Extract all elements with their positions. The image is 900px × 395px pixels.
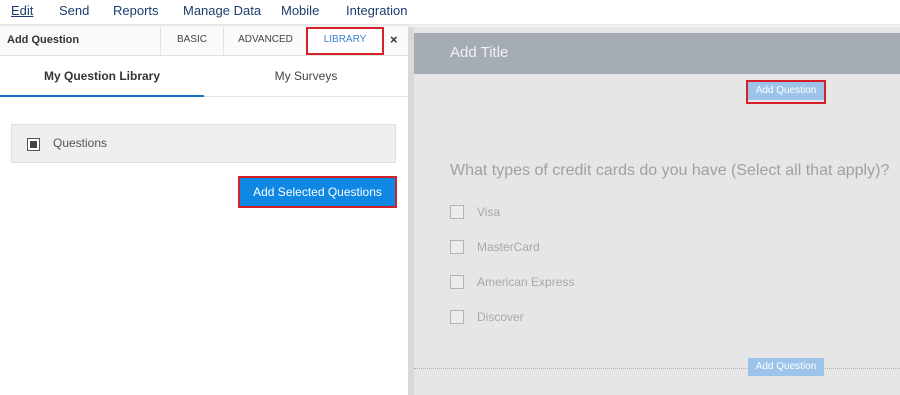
option-label: American Express [477,275,575,289]
menu-integration[interactable]: Integration [346,3,407,18]
library-item-label: Questions [53,136,108,150]
add-question-button-bottom[interactable]: Add Question [748,358,824,376]
option-checkbox[interactable] [450,310,464,324]
menu-reports[interactable]: Reports [113,3,159,18]
option-checkbox[interactable] [450,205,464,219]
option-label: Discover [477,310,524,324]
question-text: What types of credit cards do you have (… [450,162,890,179]
library-subtabs: My Question Library My Surveys [0,56,408,97]
menu-send[interactable]: Send [59,3,89,18]
tab-basic[interactable]: BASIC [160,27,223,55]
option-label: Visa [477,205,501,219]
library-tab-highlight [306,27,384,55]
subtab-my-question-library[interactable]: My Question Library [0,69,204,83]
panel-title: Add Question [7,34,80,46]
page-break-line [414,368,900,369]
survey-title-placeholder[interactable]: Add Title [450,44,508,61]
survey-title-bar[interactable]: Add Title [414,33,900,74]
add-question-panel: Add Question BASIC ADVANCED LIBRARY × My… [0,27,408,395]
survey-canvas: Add Title Add Question What types of cre… [414,27,900,395]
panel-tab-row: Add Question BASIC ADVANCED LIBRARY × [0,27,408,56]
top-menu-bar: Edit Send Reports Manage Data Mobile Int… [0,0,900,24]
menu-mobile[interactable]: Mobile [281,3,319,18]
questions-checkbox[interactable] [27,138,40,151]
option-label: MasterCard [477,240,540,254]
menu-manage-data[interactable]: Manage Data [183,3,261,18]
close-icon[interactable]: × [390,32,398,47]
menu-edit[interactable]: Edit [11,3,33,18]
add-selected-questions-button[interactable]: Add Selected Questions [240,178,395,206]
subtab-my-surveys[interactable]: My Surveys [204,69,408,83]
option-checkbox[interactable] [450,275,464,289]
add-question-button-top[interactable]: Add Question [748,82,824,100]
tab-advanced[interactable]: ADVANCED [223,27,307,55]
option-checkbox[interactable] [450,240,464,254]
library-item-questions[interactable]: Questions [11,124,396,163]
active-subtab-indicator [0,95,204,97]
